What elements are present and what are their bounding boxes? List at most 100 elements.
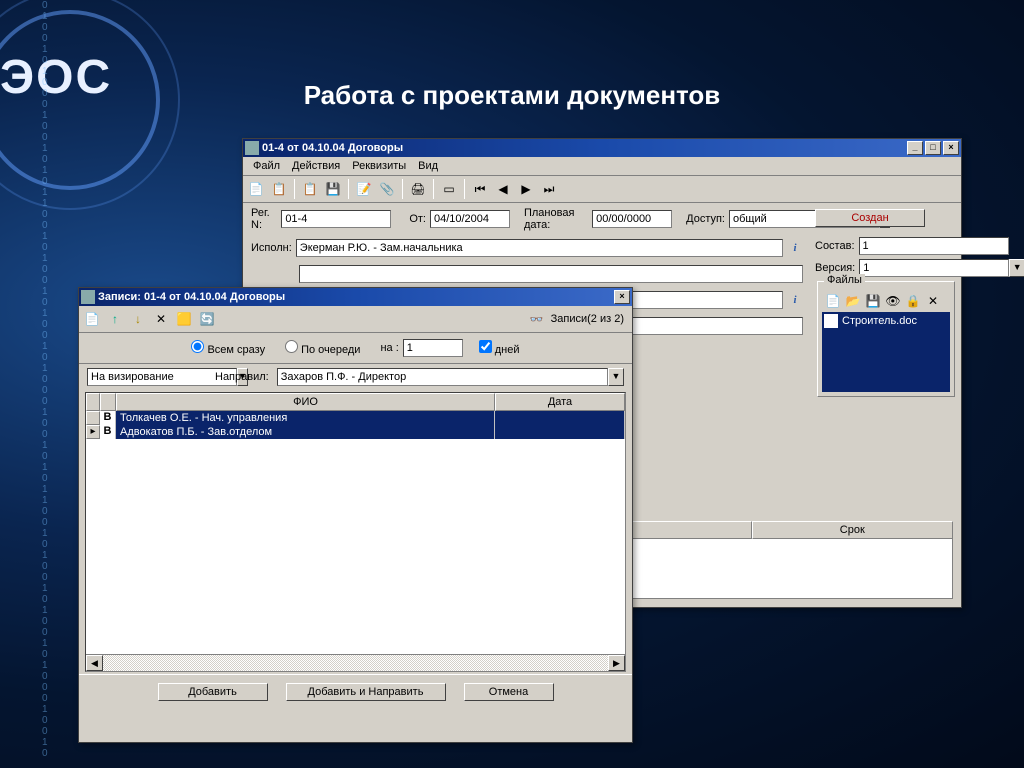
sub-title: Записи: 01-4 от 04.10.04 Договоры xyxy=(98,291,285,303)
version-label: Версия: xyxy=(815,262,855,274)
paste-icon[interactable]: 📋 xyxy=(299,178,321,200)
days-check[interactable]: дней xyxy=(479,340,520,356)
chevron-down-icon[interactable]: ▼ xyxy=(608,368,624,386)
access-label: Доступ: xyxy=(686,213,725,225)
route-label: Направил: xyxy=(215,371,269,383)
director-combo[interactable]: ▼ xyxy=(277,368,624,386)
next-icon[interactable]: ▶ xyxy=(515,178,537,200)
records-count: Записи(2 из 2) xyxy=(551,313,624,325)
info-icon-2[interactable]: i xyxy=(787,292,803,308)
file-view-icon[interactable]: 👁 xyxy=(884,292,902,310)
na-label: на : xyxy=(380,342,398,354)
file-new-icon[interactable]: 📄 xyxy=(824,292,842,310)
file-item[interactable]: Строитель.doc xyxy=(824,314,948,328)
sostav-label: Состав: xyxy=(815,240,855,252)
app-icon xyxy=(245,141,259,155)
row-fio: Адвокатов П.Б. - Зав.отделом xyxy=(116,425,495,439)
status-created-button[interactable]: Создан xyxy=(815,209,925,227)
blank-input-1[interactable] xyxy=(299,265,803,283)
minimize-button[interactable]: _ xyxy=(907,141,923,155)
sub-toolbar: 📄 ↑ ↓ ✕ 🟨 🔄 👓 Записи(2 из 2) xyxy=(79,306,632,333)
file-name: Строитель.doc xyxy=(842,315,917,327)
radio-all[interactable]: Всем сразу xyxy=(191,340,265,356)
row-fio: Толкачев О.Е. - Нач. управления xyxy=(116,411,495,425)
col-tag xyxy=(100,393,116,411)
main-title: 01-4 от 04.10.04 Договоры xyxy=(262,142,403,154)
records-grid[interactable]: ФИО Дата В Толкачев О.Е. - Нач. управлен… xyxy=(85,392,626,672)
row-date xyxy=(495,425,625,439)
delete-icon[interactable]: ✕ xyxy=(150,308,172,330)
maximize-button[interactable]: □ xyxy=(925,141,941,155)
sub-titlebar[interactable]: Записи: 01-4 от 04.10.04 Договоры × xyxy=(79,288,632,306)
cancel-button[interactable]: Отмена xyxy=(464,683,554,701)
menu-props[interactable]: Реквизиты xyxy=(346,159,412,173)
new-record-icon[interactable]: 📄 xyxy=(81,308,103,330)
attach-icon[interactable]: 📎 xyxy=(376,178,398,200)
col-date[interactable]: Дата xyxy=(495,393,625,411)
add-send-button[interactable]: Добавить и Направить xyxy=(286,683,446,701)
page-title: Работа с проектами документов xyxy=(0,80,1024,111)
prev-icon[interactable]: ◀ xyxy=(492,178,514,200)
col-marker xyxy=(86,393,100,411)
files-fieldset: Файлы 📄 📂 💾 👁 🔒 ✕ Строитель.doc xyxy=(817,281,955,397)
last-icon[interactable]: ⏭ xyxy=(538,178,560,200)
layout-icon[interactable]: ▭ xyxy=(438,178,460,200)
info-icon[interactable]: i xyxy=(787,240,803,256)
sub-close-button[interactable]: × xyxy=(614,290,630,304)
reg-n-input[interactable] xyxy=(281,210,391,228)
plan-date-input[interactable] xyxy=(592,210,672,228)
file-save-icon[interactable]: 💾 xyxy=(864,292,882,310)
col-deadline[interactable]: Срок xyxy=(752,521,953,539)
radio-queue[interactable]: По очереди xyxy=(285,340,360,356)
sostav-input[interactable] xyxy=(859,237,1009,255)
access-combo[interactable]: ▼ xyxy=(729,210,799,228)
close-button[interactable]: × xyxy=(943,141,959,155)
executor-label: Исполн: xyxy=(251,242,292,254)
version-input[interactable] xyxy=(859,259,1009,277)
route-type-combo[interactable]: ▼ xyxy=(87,368,207,386)
menu-file[interactable]: Файл xyxy=(247,159,286,173)
row-marker-icon: ▸ xyxy=(86,425,100,439)
file-lock-icon[interactable]: 🔒 xyxy=(904,292,922,310)
menu-actions[interactable]: Действия xyxy=(286,159,346,173)
new-icon[interactable]: 📄 xyxy=(245,178,267,200)
plan-date-label: Плановая дата: xyxy=(524,207,588,231)
row-marker-icon xyxy=(86,411,100,425)
director-input[interactable] xyxy=(277,368,608,386)
first-icon[interactable]: ⏮ xyxy=(469,178,491,200)
na-input[interactable] xyxy=(403,339,463,357)
col-fio[interactable]: ФИО xyxy=(116,393,495,411)
records-window: Записи: 01-4 от 04.10.04 Договоры × 📄 ↑ … xyxy=(78,287,633,743)
edit-icon[interactable]: 📝 xyxy=(353,178,375,200)
table-row[interactable]: В Толкачев О.Е. - Нач. управления xyxy=(86,411,625,425)
binary-strip: 0 1 0 0 1 0 1 0 0 0 1 0 0 1 0 1 0 1 1 0 … xyxy=(42,0,56,768)
horizontal-scrollbar[interactable]: ◀ ▶ xyxy=(86,654,625,671)
glasses-icon: 👓 xyxy=(530,313,544,326)
down-arrow-icon[interactable]: ↓ xyxy=(127,308,149,330)
records-icon xyxy=(81,290,95,304)
file-open-icon[interactable]: 📂 xyxy=(844,292,862,310)
table-row[interactable]: ▸ В Адвокатов П.Б. - Зав.отделом xyxy=(86,425,625,439)
files-toolbar: 📄 📂 💾 👁 🔒 ✕ xyxy=(822,290,950,312)
scroll-left-icon[interactable]: ◀ xyxy=(86,655,103,671)
menu-view[interactable]: Вид xyxy=(412,159,444,173)
main-titlebar[interactable]: 01-4 от 04.10.04 Договоры _ □ × xyxy=(243,139,961,157)
flag-icon[interactable]: 🟨 xyxy=(173,308,195,330)
version-combo[interactable]: ▼ xyxy=(859,259,1024,277)
from-input[interactable] xyxy=(430,210,510,228)
print-icon[interactable]: 🖨 xyxy=(407,178,429,200)
add-button[interactable]: Добавить xyxy=(158,683,268,701)
copy-icon[interactable]: 📋 xyxy=(268,178,290,200)
menubar: Файл Действия Реквизиты Вид xyxy=(243,157,961,176)
file-del-icon[interactable]: ✕ xyxy=(924,292,942,310)
row-date xyxy=(495,411,625,425)
chevron-down-icon[interactable]: ▼ xyxy=(1009,259,1024,277)
executor-input[interactable] xyxy=(296,239,783,257)
save-icon[interactable]: 💾 xyxy=(322,178,344,200)
files-list[interactable]: Строитель.doc xyxy=(822,312,950,392)
up-arrow-icon[interactable]: ↑ xyxy=(104,308,126,330)
row-tag: В xyxy=(100,411,116,425)
scroll-right-icon[interactable]: ▶ xyxy=(608,655,625,671)
refresh-icon[interactable]: 🔄 xyxy=(196,308,218,330)
reg-n-label: Рег. N: xyxy=(251,207,277,231)
